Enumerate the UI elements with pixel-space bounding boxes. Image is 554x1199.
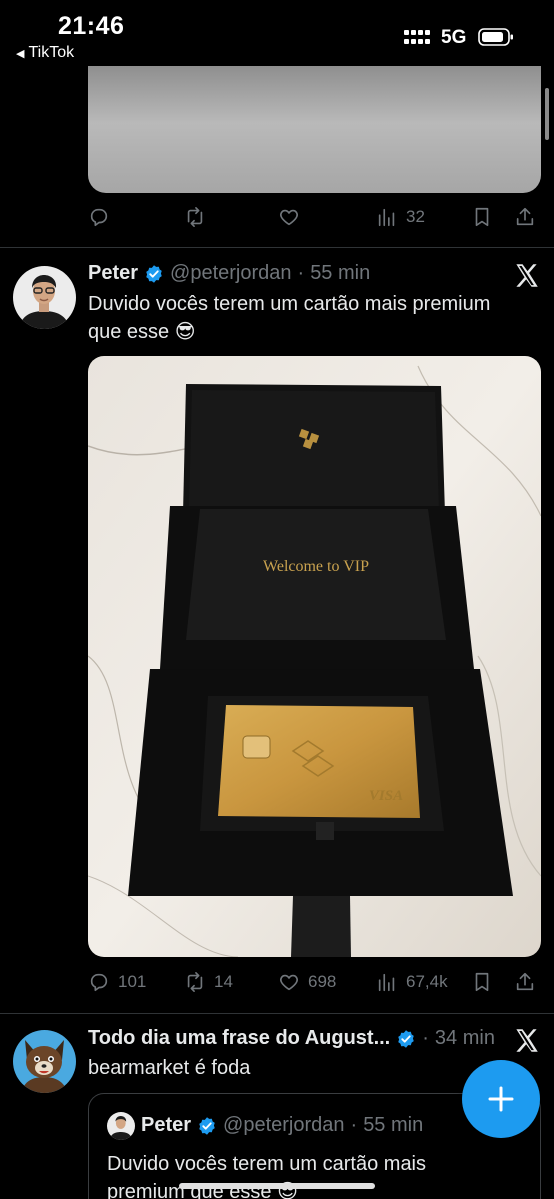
battery-icon — [478, 28, 513, 46]
like-button[interactable]: 698 — [278, 968, 336, 996]
bookmark-button[interactable] — [471, 203, 493, 231]
views-button[interactable]: 67,4k — [376, 968, 448, 996]
share-icon — [516, 972, 534, 991]
quoted-author-name: Peter — [141, 1114, 192, 1136]
avatar[interactable] — [13, 1030, 76, 1093]
reply-count: 101 — [118, 972, 147, 991]
verified-badge-icon — [146, 264, 162, 283]
heart-icon — [280, 974, 298, 991]
reply-icon — [90, 973, 108, 992]
tweet-header: Todo dia uma frase do August... · 34 min — [88, 1027, 495, 1050]
share-button[interactable] — [514, 203, 536, 231]
compose-button[interactable] — [462, 1060, 540, 1138]
views-count: 67,4k — [406, 972, 448, 991]
views-icon — [378, 208, 395, 227]
tweet-time[interactable]: 34 min — [435, 1027, 495, 1050]
verified-badge-icon — [199, 1116, 215, 1135]
tweet-photo[interactable]: Welcome to VIP VISA — [88, 356, 541, 957]
repost-button[interactable] — [184, 203, 206, 231]
share-icon — [516, 207, 534, 226]
tweet-text-line-1: Duvido vocês terem um cartão mais premiu… — [88, 293, 491, 315]
status-time: 21:46 — [58, 12, 125, 40]
author-handle[interactable]: @peterjordan — [170, 262, 291, 285]
bookmark-button[interactable] — [471, 968, 493, 996]
reply-button[interactable] — [88, 203, 110, 231]
quoted-avatar-image — [107, 1112, 135, 1140]
repost-icon — [187, 207, 203, 227]
back-triangle-icon: ◀ — [16, 47, 25, 60]
signal-icon — [404, 30, 430, 44]
quoted-tweet-header: Peter @peterjordan · 55 min — [141, 1114, 423, 1137]
quoted-text-line-1: Duvido vocês terem um cartão mais — [107, 1153, 427, 1175]
tweet-time[interactable]: 55 min — [310, 262, 370, 285]
reply-icon — [90, 208, 108, 227]
back-app-label: TikTok — [28, 44, 75, 61]
author-name[interactable]: Peter — [88, 262, 138, 285]
like-button[interactable] — [278, 203, 300, 231]
status-bar: 21:46 ◀ TikTok 5G — [0, 0, 554, 66]
share-button[interactable] — [514, 968, 536, 996]
home-indicator[interactable] — [179, 1183, 375, 1189]
tweet-text: Duvido vocês terem um cartão mais premiu… — [88, 290, 490, 346]
tweet-divider — [0, 247, 554, 248]
plus-icon — [488, 1086, 514, 1112]
separator-dot: · — [297, 262, 305, 284]
separator-dot: · — [422, 1027, 429, 1049]
repost-count: 14 — [214, 972, 233, 991]
bookmark-icon — [475, 972, 489, 992]
previous-tweet-actions: 32 — [88, 203, 540, 231]
verified-badge-icon — [398, 1029, 414, 1048]
card-brand-text: VISA — [369, 788, 403, 804]
network-type: 5G — [441, 27, 467, 48]
quoted-author-handle: @peterjordan — [223, 1114, 345, 1136]
views-icon — [378, 973, 395, 992]
author-name[interactable]: Todo dia uma frase do August... — [88, 1027, 390, 1050]
avatar-image — [13, 266, 76, 329]
back-to-app-button[interactable]: ◀ TikTok — [16, 44, 74, 62]
quoted-tweet-text: Duvido vocês terem um cartão mais premiu… — [107, 1150, 426, 1199]
tweet-text-line-2: que esse 😎 — [88, 321, 196, 343]
scrollbar[interactable] — [545, 88, 549, 140]
tweet-divider — [0, 1013, 554, 1014]
box-welcome-text: Welcome to VIP — [263, 558, 369, 575]
avatar[interactable] — [13, 266, 76, 329]
x-logo-icon[interactable] — [513, 1027, 540, 1054]
like-count: 698 — [308, 972, 337, 991]
bookmark-icon — [475, 207, 489, 227]
reply-button[interactable]: 101 — [88, 968, 146, 996]
card-box-photo: Welcome to VIP VISA — [88, 356, 541, 957]
tweet-header: Peter @peterjordan · 55 min — [88, 262, 370, 285]
quoted-tweet-time: 55 min — [363, 1114, 424, 1136]
previous-tweet-media[interactable] — [88, 66, 541, 193]
avatar-image — [13, 1030, 76, 1093]
heart-icon — [280, 209, 298, 226]
tweet-text: bearmarket é foda — [88, 1057, 251, 1079]
views-count: 32 — [406, 207, 425, 226]
quoted-avatar — [107, 1112, 135, 1140]
repost-icon — [187, 972, 203, 992]
views-button[interactable]: 32 — [376, 203, 425, 231]
repost-button[interactable]: 14 — [184, 968, 233, 996]
separator-dot: · — [350, 1114, 358, 1136]
tweet-actions: 101 14 698 67,4k — [88, 968, 540, 996]
x-logo-icon[interactable] — [513, 262, 540, 289]
